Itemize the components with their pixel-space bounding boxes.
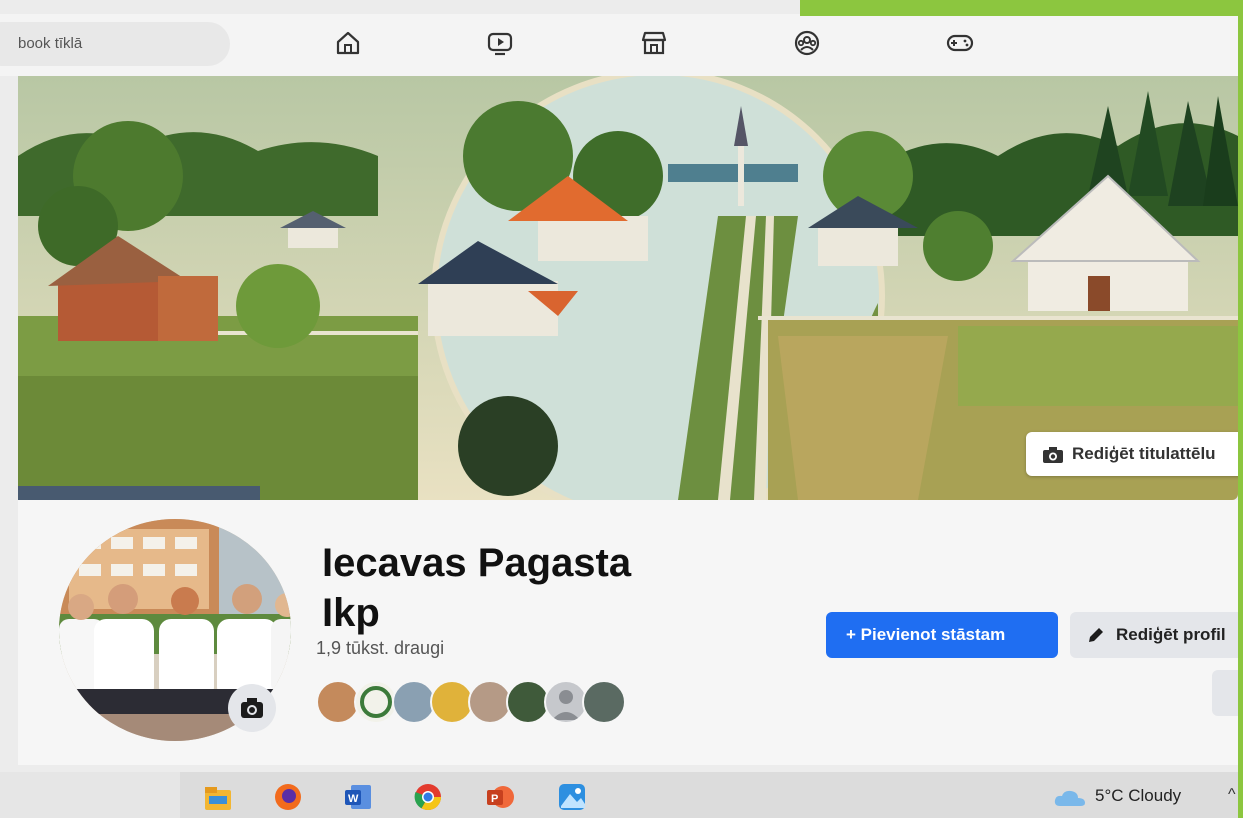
page-title: Iecavas Pagasta Ikp	[322, 538, 742, 638]
top-navigation-bar: book tīklā	[0, 14, 1238, 76]
groups-icon[interactable]	[793, 30, 821, 56]
screen: book tīklā Rediģēt titulattēlu Iecavas P…	[0, 0, 1243, 818]
powerpoint-icon[interactable]: P	[485, 782, 515, 812]
edit-profile-button[interactable]: Rediģēt profil	[1070, 612, 1243, 658]
page-title-line2: Ikp	[322, 591, 380, 635]
green-frame-top	[800, 0, 1243, 16]
home-icon[interactable]	[334, 30, 362, 56]
chevron-up-icon[interactable]: ^	[1228, 786, 1236, 804]
edit-cover-button[interactable]: Rediģēt titulattēlu	[1026, 432, 1243, 476]
photos-icon[interactable]	[557, 782, 587, 812]
friend-avatar[interactable]	[582, 680, 626, 724]
search-placeholder: book tīklā	[18, 35, 83, 52]
green-frame-side	[1238, 0, 1243, 818]
edit-profile-label: Rediģēt profil	[1116, 625, 1226, 644]
svg-text:W: W	[348, 793, 359, 805]
add-to-story-label: + Pievienot stāstam	[846, 625, 1006, 644]
weather-status[interactable]: 5°C Cloudy	[1095, 786, 1181, 806]
page-title-line1: Iecavas Pagasta	[322, 541, 632, 585]
chrome-icon[interactable]	[413, 782, 443, 812]
cover-tab-strip	[18, 486, 260, 500]
avatar-camera-button[interactable]	[228, 684, 276, 732]
gaming-icon[interactable]	[946, 30, 974, 56]
pencil-icon	[1089, 628, 1103, 642]
add-to-story-button[interactable]: + Pievienot stāstam	[826, 612, 1058, 658]
file-explorer-icon[interactable]	[203, 782, 233, 812]
search-input[interactable]: book tīklā	[0, 22, 230, 66]
friends-count[interactable]: 1,9 tūkst. draugi	[316, 638, 444, 659]
svg-text:P: P	[491, 793, 498, 805]
camera-icon	[241, 698, 263, 718]
taskbar: W P 5°C Cloudy ^	[0, 772, 1238, 818]
firefox-icon[interactable]	[273, 782, 303, 812]
word-icon[interactable]: W	[343, 782, 373, 812]
edit-cover-label: Rediģēt titulattēlu	[1072, 444, 1216, 463]
taskbar-search-area[interactable]	[0, 772, 180, 818]
camera-icon	[1043, 447, 1063, 463]
marketplace-icon[interactable]	[640, 30, 668, 56]
cloud-icon[interactable]	[1052, 788, 1088, 808]
video-icon[interactable]	[486, 30, 514, 56]
